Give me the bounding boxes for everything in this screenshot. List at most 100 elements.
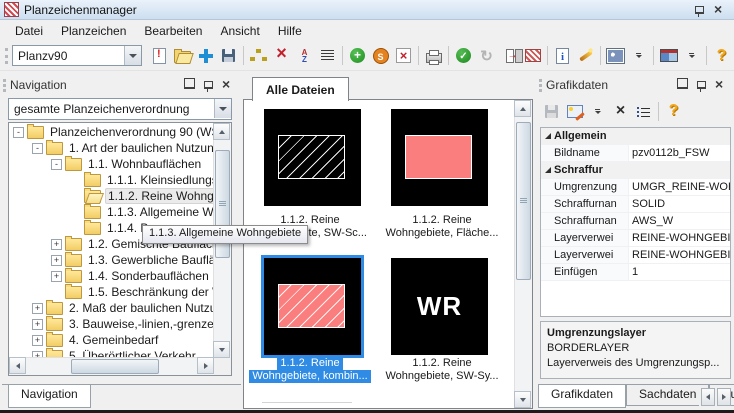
- property-row[interactable]: UmgrenzungUMGR_REINE-WOHN: [541, 179, 730, 196]
- tab-grafikdaten[interactable]: Grafikdaten: [538, 385, 626, 408]
- files-vertical-scrollbar[interactable]: [514, 100, 532, 408]
- pin-icon[interactable]: [697, 78, 706, 92]
- apply-check-button[interactable]: [452, 45, 475, 67]
- menu-item-hilfe[interactable]: Hilfe: [269, 22, 311, 40]
- dropdown-button[interactable]: [627, 45, 650, 67]
- window-layout-button[interactable]: [657, 45, 680, 67]
- menu-item-datei[interactable]: Datei: [6, 22, 52, 40]
- tree-item[interactable]: 1.1.1. Kleinsiedlungsge: [9, 172, 214, 188]
- scroll-up-button[interactable]: [213, 123, 230, 140]
- panel-grip[interactable]: [539, 79, 542, 92]
- toolbar-grip[interactable]: [5, 48, 8, 64]
- refresh-button[interactable]: [475, 45, 498, 67]
- scroll-down-button[interactable]: [514, 391, 531, 408]
- tree-item[interactable]: 2. Maß der baulichen Nutzung: [9, 300, 214, 316]
- property-value[interactable]: UMGR_REINE-WOHN: [628, 179, 730, 195]
- image-preview-button[interactable]: [604, 45, 627, 67]
- numbered-list-button[interactable]: [632, 100, 655, 122]
- expand-icon[interactable]: [51, 255, 62, 266]
- property-row[interactable]: Einfügen1: [541, 264, 730, 281]
- new-file-button[interactable]: [148, 45, 171, 67]
- menu-item-planzeichen[interactable]: Planzeichen: [52, 22, 135, 40]
- panel-transfer-button[interactable]: [498, 45, 521, 67]
- delete-branch-button[interactable]: [270, 45, 293, 67]
- property-value[interactable]: AWS_W: [628, 213, 730, 229]
- property-row[interactable]: LayerverweiREINE-WOHNGEBIET: [541, 230, 730, 247]
- expand-icon[interactable]: [32, 335, 43, 346]
- expand-icon[interactable]: [51, 271, 62, 282]
- property-row[interactable]: LayerverweiREINE-WOHNGEBIET: [541, 247, 730, 264]
- tab-alle-dateien[interactable]: Alle Dateien: [252, 77, 349, 101]
- open-folder-button[interactable]: [171, 45, 194, 67]
- property-group[interactable]: Allgemein: [541, 128, 730, 145]
- scroll-left-button[interactable]: [9, 357, 26, 374]
- menu-item-bearbeiten[interactable]: Bearbeiten: [135, 22, 211, 40]
- save-button[interactable]: [217, 45, 240, 67]
- expand-icon[interactable]: [51, 239, 62, 250]
- help-button[interactable]: [662, 100, 685, 122]
- delete-button[interactable]: [609, 100, 632, 122]
- symbol-thumbnail[interactable]: [261, 255, 364, 358]
- tree-item[interactable]: 1. Art der baulichen Nutzung: [9, 140, 214, 156]
- s-coin-button[interactable]: [369, 45, 392, 67]
- property-row[interactable]: SchraffurnanSOLID: [541, 196, 730, 213]
- add-button[interactable]: [194, 45, 217, 67]
- profile-combobox[interactable]: Planzv90: [12, 45, 142, 66]
- tab-scroll-left-button[interactable]: [701, 388, 715, 406]
- symbol-thumbnail[interactable]: [264, 109, 361, 206]
- property-group[interactable]: Schraffur: [541, 162, 730, 179]
- print-button[interactable]: [422, 45, 445, 67]
- add-circle-button[interactable]: [346, 45, 369, 67]
- combo-dropdown-icon[interactable]: [124, 46, 141, 65]
- sort-az-button[interactable]: [293, 45, 316, 67]
- symbol-thumbnail[interactable]: [391, 109, 488, 206]
- combo-dropdown-icon[interactable]: [214, 99, 231, 118]
- pin-icon[interactable]: [204, 78, 213, 92]
- tree-item[interactable]: 1.1. Wohnbauflächen: [9, 156, 214, 172]
- wand-button[interactable]: [574, 45, 597, 67]
- expand-icon[interactable]: [32, 319, 43, 330]
- help-button[interactable]: [710, 45, 733, 67]
- scroll-down-button[interactable]: [213, 341, 230, 358]
- property-value[interactable]: 1: [628, 264, 730, 280]
- dropdown-button[interactable]: [680, 45, 703, 67]
- tree-item[interactable]: 1.5. Beschränkung der Wo: [9, 284, 214, 300]
- expand-icon[interactable]: [32, 303, 43, 314]
- tree-item[interactable]: 1.1.3. Allgemeine Woh: [9, 204, 214, 220]
- collapse-icon[interactable]: [32, 143, 43, 154]
- scrollbar-thumb[interactable]: [516, 122, 531, 280]
- collapse-icon[interactable]: [51, 159, 62, 170]
- close-icon[interactable]: [715, 79, 725, 91]
- delete-box-button[interactable]: [392, 45, 415, 67]
- save-disabled-button[interactable]: [540, 100, 563, 122]
- hierarchy-button[interactable]: [247, 45, 270, 67]
- tree-item[interactable]: 1.4. Sonderbauflächen: [9, 268, 214, 284]
- tree-filter-combobox[interactable]: gesamte Planzeichenverordnung: [8, 98, 232, 120]
- menu-item-ansicht[interactable]: Ansicht: [211, 22, 268, 40]
- list-view-button[interactable]: [316, 45, 339, 67]
- close-icon[interactable]: [222, 79, 232, 91]
- tree-horizontal-scrollbar[interactable]: [9, 357, 214, 375]
- edit-button[interactable]: [563, 100, 586, 122]
- tab-navigation[interactable]: Navigation: [8, 385, 91, 408]
- float-window-icon[interactable]: [677, 78, 688, 92]
- tab-scroll-right-button[interactable]: [717, 388, 731, 406]
- collapse-icon[interactable]: [13, 127, 24, 138]
- scrollbar-thumb[interactable]: [71, 359, 159, 374]
- info-doc-button[interactable]: [551, 45, 574, 67]
- property-value[interactable]: pzv0112b_FSW: [628, 145, 730, 161]
- property-row[interactable]: Bildnamepzv0112b_FSW: [541, 145, 730, 162]
- scroll-right-button[interactable]: [197, 357, 214, 374]
- property-row[interactable]: SchraffurnanAWS_W: [541, 213, 730, 230]
- scroll-up-button[interactable]: [514, 100, 531, 117]
- tree-item[interactable]: 3. Bauweise,-linien,-grenzen: [9, 316, 214, 332]
- pin-icon[interactable]: [695, 3, 704, 17]
- tab-sachdaten[interactable]: Sachdaten: [626, 385, 709, 406]
- property-value[interactable]: REINE-WOHNGEBIET: [628, 247, 730, 263]
- panel-grip[interactable]: [3, 79, 6, 92]
- close-icon[interactable]: [714, 4, 724, 16]
- property-value[interactable]: REINE-WOHNGEBIET: [628, 230, 730, 246]
- float-window-icon[interactable]: [184, 78, 195, 92]
- symbol-thumbnail[interactable]: WR: [391, 258, 488, 355]
- property-value[interactable]: SOLID: [628, 196, 730, 212]
